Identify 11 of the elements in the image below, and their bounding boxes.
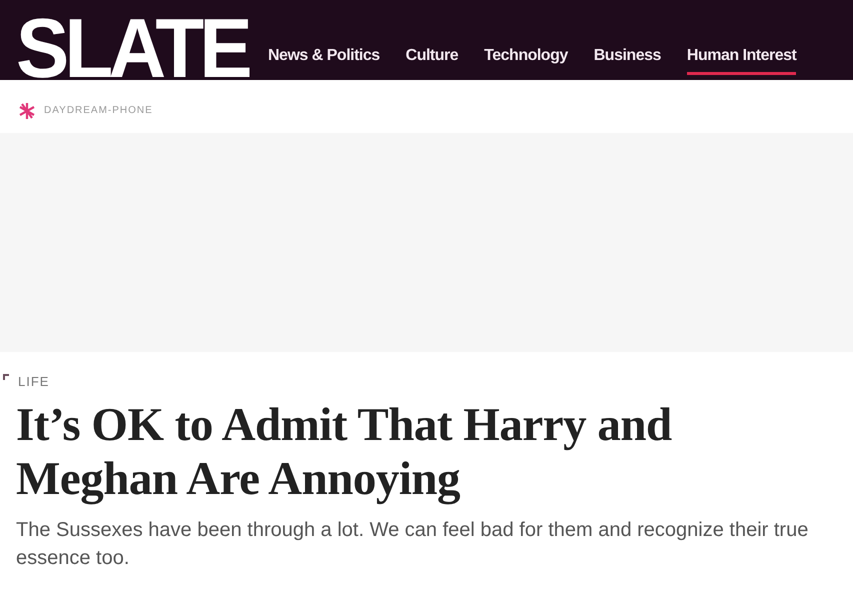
headline: It’s OK to Admit That Harry and Meghan Are Annoying: [16, 398, 673, 506]
section-label[interactable]: LIFE: [18, 372, 837, 392]
nav-link[interactable]: Culture: [406, 44, 458, 75]
nav-link[interactable]: Technology: [484, 44, 568, 75]
logo[interactable]: SLATE: [16, 6, 248, 90]
corner-mark-icon: [3, 374, 9, 380]
nav-link[interactable]: News & Politics: [268, 44, 380, 75]
nav-link[interactable]: Business: [594, 44, 661, 75]
star-icon: [18, 102, 36, 120]
nav-link[interactable]: Human Interest: [686, 44, 796, 75]
article-deck: The Sussexes have been through a lot. We can feel bad for them and recognize their true essence too.: [16, 518, 810, 570]
